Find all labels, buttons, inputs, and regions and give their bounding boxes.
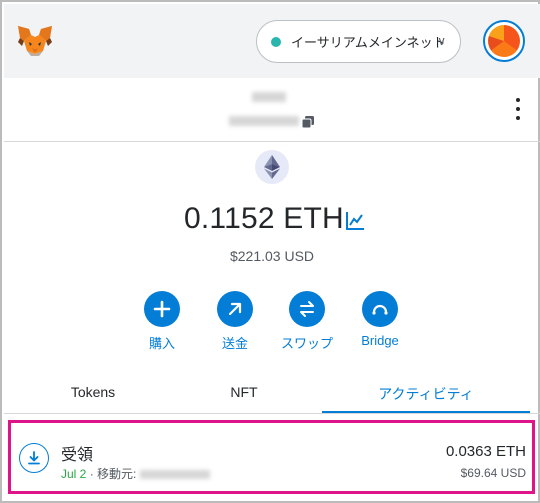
account-header (4, 78, 540, 142)
transaction-separator: · (86, 467, 98, 481)
app-frame: イーサリアムメインネット ∨ 0.1152 ETH $221.03 USD 購入… (0, 0, 540, 503)
metamask-fox-icon[interactable] (16, 24, 54, 58)
plus-icon (144, 291, 180, 327)
chevron-down-icon: ∨ (437, 34, 446, 48)
active-tab-indicator (322, 411, 530, 413)
swap-label: スワップ (280, 336, 333, 351)
network-label: イーサリアムメインネット (291, 35, 446, 50)
transaction-subtitle: Jul 2 · 移動元: (61, 465, 211, 482)
ethereum-icon (255, 150, 289, 184)
tab-activity[interactable]: アクティビティ (322, 384, 530, 404)
send-button[interactable]: 送金 (200, 291, 270, 352)
transaction-title: 受領 (61, 447, 94, 464)
copy-icon[interactable] (302, 116, 314, 128)
account-address-redacted[interactable] (229, 116, 299, 126)
bridge-icon (362, 291, 398, 327)
account-avatar[interactable] (483, 20, 525, 62)
buy-label: 購入 (148, 336, 175, 351)
arrow-up-right-icon (217, 291, 253, 327)
transaction-from-label: 移動元: (97, 467, 137, 481)
buy-button[interactable]: 購入 (127, 291, 197, 352)
transaction-from-redacted (140, 470, 211, 480)
bridge-label: Bridge (361, 333, 399, 348)
chart-icon[interactable] (345, 211, 365, 231)
bridge-button[interactable]: Bridge (345, 291, 415, 348)
more-vertical-icon[interactable] (514, 98, 522, 120)
receive-icon (19, 443, 49, 473)
transaction-fiat: $69.64 USD (460, 466, 526, 480)
tab-tokens[interactable]: Tokens (69, 384, 117, 400)
transaction-list-item[interactable]: 受領 Jul 2 · 移動元: 0.0363 ETH $69.64 USD (8, 420, 535, 494)
fiat-balance: $221.03 USD (229, 248, 315, 264)
send-label: 送金 (221, 336, 248, 351)
network-status-dot (271, 36, 281, 47)
avatar-identicon (488, 25, 520, 57)
swap-button[interactable]: スワップ (272, 291, 342, 352)
transaction-date: Jul 2 (61, 467, 87, 481)
tab-nft[interactable]: NFT (224, 384, 264, 400)
network-selector[interactable]: イーサリアムメインネット ∨ (256, 20, 461, 63)
top-bar: イーサリアムメインネット ∨ (4, 4, 540, 78)
swap-icon (289, 291, 325, 327)
account-name-redacted (252, 92, 286, 102)
eth-balance: 0.1152 ETH (184, 202, 344, 235)
tab-bar: Tokens NFT アクティビティ (4, 374, 540, 414)
transaction-amount: 0.0363 ETH (445, 443, 526, 460)
